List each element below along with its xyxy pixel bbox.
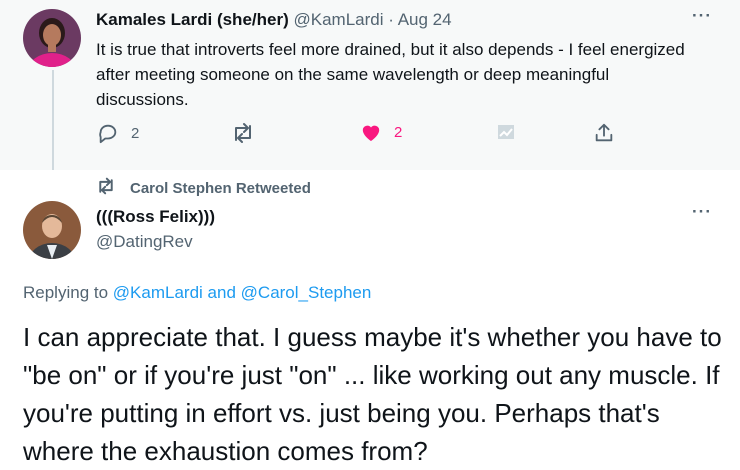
display-name[interactable]: (((Ross Felix)))	[96, 207, 215, 227]
user-handle[interactable]: @KamLardi	[293, 10, 383, 29]
replying-and: and	[207, 283, 236, 302]
replying-to: Replying to @KamLardi and @Carol_Stephen	[23, 283, 371, 303]
reply-button[interactable]: 2	[97, 122, 139, 144]
mention-link[interactable]: @Carol_Stephen	[241, 283, 372, 302]
avatar[interactable]	[23, 9, 81, 67]
reply-icon	[97, 122, 119, 144]
like-count: 2	[394, 123, 403, 141]
analytics-icon	[497, 122, 517, 142]
separator-dot: ·	[388, 10, 394, 29]
analytics-button[interactable]	[497, 122, 517, 142]
retweet-icon	[231, 122, 255, 144]
tweet-text: It is true that introverts feel more dra…	[96, 40, 685, 109]
tweet-text: I can appreciate that. I guess maybe it'…	[23, 322, 722, 466]
display-name[interactable]: Kamales Lardi (she/her)	[96, 10, 289, 29]
retweet-banner-text: Carol Stephen Retweeted	[130, 179, 311, 197]
share-button[interactable]	[593, 122, 615, 144]
thread-connector-line	[52, 70, 54, 170]
parent-tweet[interactable]: Kamales Lardi (she/her) @KamLardi · Aug …	[0, 0, 740, 170]
like-button[interactable]: 2	[360, 122, 402, 142]
avatar[interactable]	[23, 201, 81, 259]
retweet-icon	[96, 177, 130, 199]
tweet-header: Kamales Lardi (she/her) @KamLardi · Aug …	[96, 10, 452, 30]
tweet-date[interactable]: Aug 24	[398, 10, 452, 29]
retweet-button[interactable]	[231, 122, 267, 144]
replying-prefix: Replying to	[23, 283, 109, 302]
reply-count: 2	[131, 124, 140, 142]
user-handle[interactable]: @DatingRev	[96, 232, 193, 252]
share-icon	[593, 122, 615, 144]
retweet-banner[interactable]: Carol Stephen Retweeted	[96, 177, 311, 199]
mention-link[interactable]: @KamLardi	[113, 283, 203, 302]
more-icon[interactable]: ···	[692, 202, 712, 222]
heart-icon	[360, 122, 382, 142]
more-icon[interactable]: ···	[692, 6, 712, 26]
